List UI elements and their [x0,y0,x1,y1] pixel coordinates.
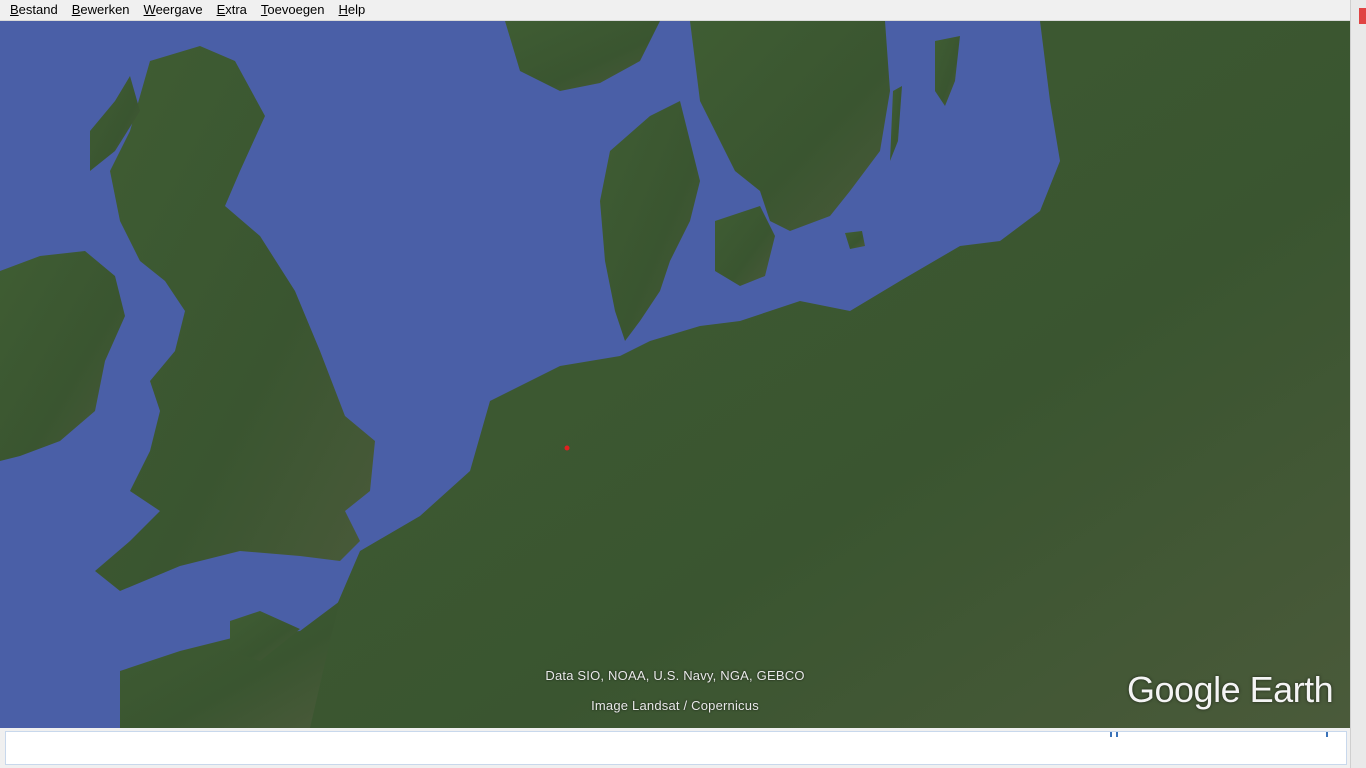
menu-bestand[interactable]: Bestand [0,0,65,20]
close-icon[interactable] [1359,8,1366,24]
status-tick [1326,732,1328,737]
location-marker [564,445,570,451]
menu-help[interactable]: Help [332,0,373,20]
window-edge [1350,0,1366,768]
map-imagery [0,21,1350,728]
menu-extra[interactable]: Extra [210,0,254,20]
status-tick [1116,732,1118,737]
menu-toevoegen[interactable]: Toevoegen [254,0,332,20]
status-bar [5,731,1347,765]
menu-bewerken[interactable]: Bewerken [65,0,137,20]
menu-bar: Bestand Bewerken Weergave Extra Toevoege… [0,0,1350,21]
earth-map-view[interactable]: Data SIO, NOAA, U.S. Navy, NGA, GEBCO Im… [0,21,1350,728]
google-earth-logo: Google Earth [1127,669,1334,710]
menu-weergave[interactable]: Weergave [137,0,210,20]
status-tick [1110,732,1112,737]
